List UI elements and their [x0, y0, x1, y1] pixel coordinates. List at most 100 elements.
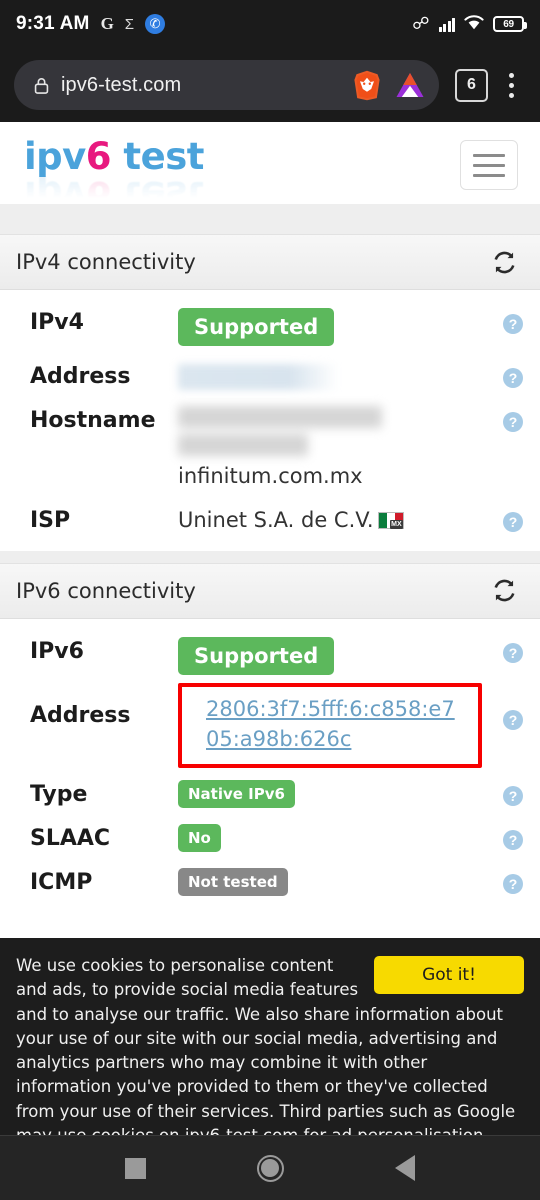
battery-level: 69: [503, 18, 514, 30]
help-icon[interactable]: ?: [502, 313, 524, 335]
help-icon[interactable]: ?: [502, 785, 524, 807]
help-icon[interactable]: ?: [502, 367, 524, 389]
row-label: ICMP: [30, 869, 93, 895]
help-icon[interactable]: ?: [502, 642, 524, 664]
refresh-icon[interactable]: [491, 249, 518, 276]
section-body-ipv4: IPv4 Supported ? Address ? Hostname infi…: [0, 290, 540, 551]
browser-toolbar: ipv6-test.com 6: [0, 48, 540, 122]
bat-triangle-icon[interactable]: [395, 71, 425, 99]
svg-text:?: ?: [509, 876, 518, 892]
row-help[interactable]: ?: [494, 681, 524, 731]
table-row: SLAAC No ?: [0, 814, 540, 858]
redacted-ipv4-address: [178, 364, 338, 390]
row-value: Supported: [178, 633, 494, 675]
row-label: IPv4: [30, 310, 84, 335]
status-bar-right: ☍ 69: [412, 14, 527, 34]
table-row: ICMP Not tested ?: [0, 858, 540, 902]
recents-square-icon[interactable]: [125, 1157, 147, 1179]
svg-text:?: ?: [509, 712, 518, 728]
cookie-accept-button[interactable]: Got it!: [374, 956, 524, 994]
android-status-bar: 9:31 AM G Σ ☍ 69: [0, 0, 540, 48]
url-bar[interactable]: ipv6-test.com: [14, 60, 439, 110]
brave-lion-icon[interactable]: [353, 70, 381, 101]
cellular-signal-icon: [438, 17, 455, 32]
ipv6-address-link[interactable]: 2806:3f7:5fff:6:c858:e705:a98b:626c: [206, 697, 455, 751]
svg-text:?: ?: [509, 788, 518, 804]
row-value: [178, 358, 494, 390]
section-header-ipv6: IPv6 connectivity: [0, 562, 540, 619]
logo-six: 6: [85, 135, 112, 178]
status-badge: Supported: [178, 308, 335, 346]
cookie-consent-banner: Got it! We use cookies to personalise co…: [0, 938, 540, 1135]
row-help[interactable]: ?: [494, 776, 524, 807]
tab-count-label: 6: [467, 76, 476, 93]
svg-text:?: ?: [509, 832, 518, 848]
site-logo-text: ipv6 test: [24, 138, 204, 175]
row-help[interactable]: ?: [494, 864, 524, 895]
table-row: Address ?: [0, 352, 540, 396]
logo-reflect-six: 6: [85, 173, 112, 216]
mx-flag-icon: [377, 512, 404, 530]
web-page-content: ipv6 test ipv6 test IPv4 connectivity IP…: [0, 122, 540, 1135]
row-value: infinitum.com.mx: [178, 402, 494, 490]
lock-icon: [34, 77, 49, 94]
svg-text:?: ?: [509, 414, 518, 430]
isp-name: Uninet S.A. de C.V.: [178, 508, 374, 533]
icmp-badge: Not tested: [178, 867, 288, 896]
row-label: Address: [30, 364, 131, 389]
site-logo-reflection: ipv6 test: [24, 173, 204, 216]
section-title-ipv6: IPv6 connectivity: [16, 578, 196, 603]
refresh-icon[interactable]: [491, 577, 518, 604]
help-icon[interactable]: ?: [502, 829, 524, 851]
row-help[interactable]: ?: [494, 633, 524, 664]
home-circle-icon[interactable]: [256, 1154, 284, 1182]
svg-text:?: ?: [509, 514, 518, 530]
sigma-icon: Σ: [124, 15, 135, 33]
row-value: 2806:3f7:5fff:6:c858:e705:a98b:626c: [178, 681, 494, 770]
row-label: Address: [30, 702, 131, 728]
bluetooth-icon: ☍: [412, 14, 430, 33]
row-label: IPv6: [30, 638, 84, 664]
row-value: Uninet S.A. de C.V.: [178, 502, 494, 534]
help-icon[interactable]: ?: [502, 411, 524, 433]
row-help[interactable]: ?: [494, 304, 524, 335]
status-bar-left: 9:31 AM G Σ: [16, 13, 412, 35]
svg-text:?: ?: [509, 316, 518, 332]
table-row: IPv6 Supported ?: [0, 627, 540, 681]
type-badge: Native IPv6: [178, 779, 295, 808]
help-icon[interactable]: ?: [502, 873, 524, 895]
tab-count-button[interactable]: 6: [455, 68, 488, 102]
logo-reflect-suffix: test: [111, 173, 204, 216]
url-text[interactable]: ipv6-test.com: [61, 74, 343, 97]
table-row: ISP Uninet S.A. de C.V. ?: [0, 496, 540, 540]
site-logo[interactable]: ipv6 test ipv6 test: [24, 138, 204, 216]
table-row: Type Native IPv6 ?: [0, 770, 540, 814]
phone-icon: [145, 14, 166, 34]
battery-icon: 69: [493, 16, 527, 32]
logo-suffix: test: [111, 135, 204, 178]
row-label: ISP: [30, 508, 71, 534]
hamburger-menu-icon[interactable]: [460, 140, 518, 190]
site-header: ipv6 test ipv6 test: [0, 122, 540, 216]
row-help[interactable]: ?: [494, 502, 524, 533]
redacted-hostname: [178, 406, 494, 456]
row-value: No: [178, 820, 494, 852]
kebab-menu-icon[interactable]: [494, 65, 528, 105]
logo-reflect-prefix: ipv: [24, 173, 86, 216]
help-icon[interactable]: ?: [502, 709, 524, 731]
slaac-badge: No: [178, 823, 221, 852]
android-navigation-bar: [0, 1135, 540, 1200]
row-help[interactable]: ?: [494, 402, 524, 433]
status-clock: 9:31 AM: [16, 13, 90, 34]
row-label: Type: [30, 781, 88, 807]
section-header-ipv4: IPv4 connectivity: [0, 234, 540, 290]
help-icon[interactable]: ?: [502, 511, 524, 533]
logo-prefix: ipv: [24, 135, 86, 178]
back-triangle-icon[interactable]: [394, 1155, 415, 1181]
row-help[interactable]: ?: [494, 358, 524, 389]
svg-text:?: ?: [509, 370, 518, 386]
row-label: SLAAC: [30, 825, 111, 851]
row-help[interactable]: ?: [494, 820, 524, 851]
row-label: Hostname: [30, 408, 156, 433]
wifi-icon: [464, 15, 484, 33]
